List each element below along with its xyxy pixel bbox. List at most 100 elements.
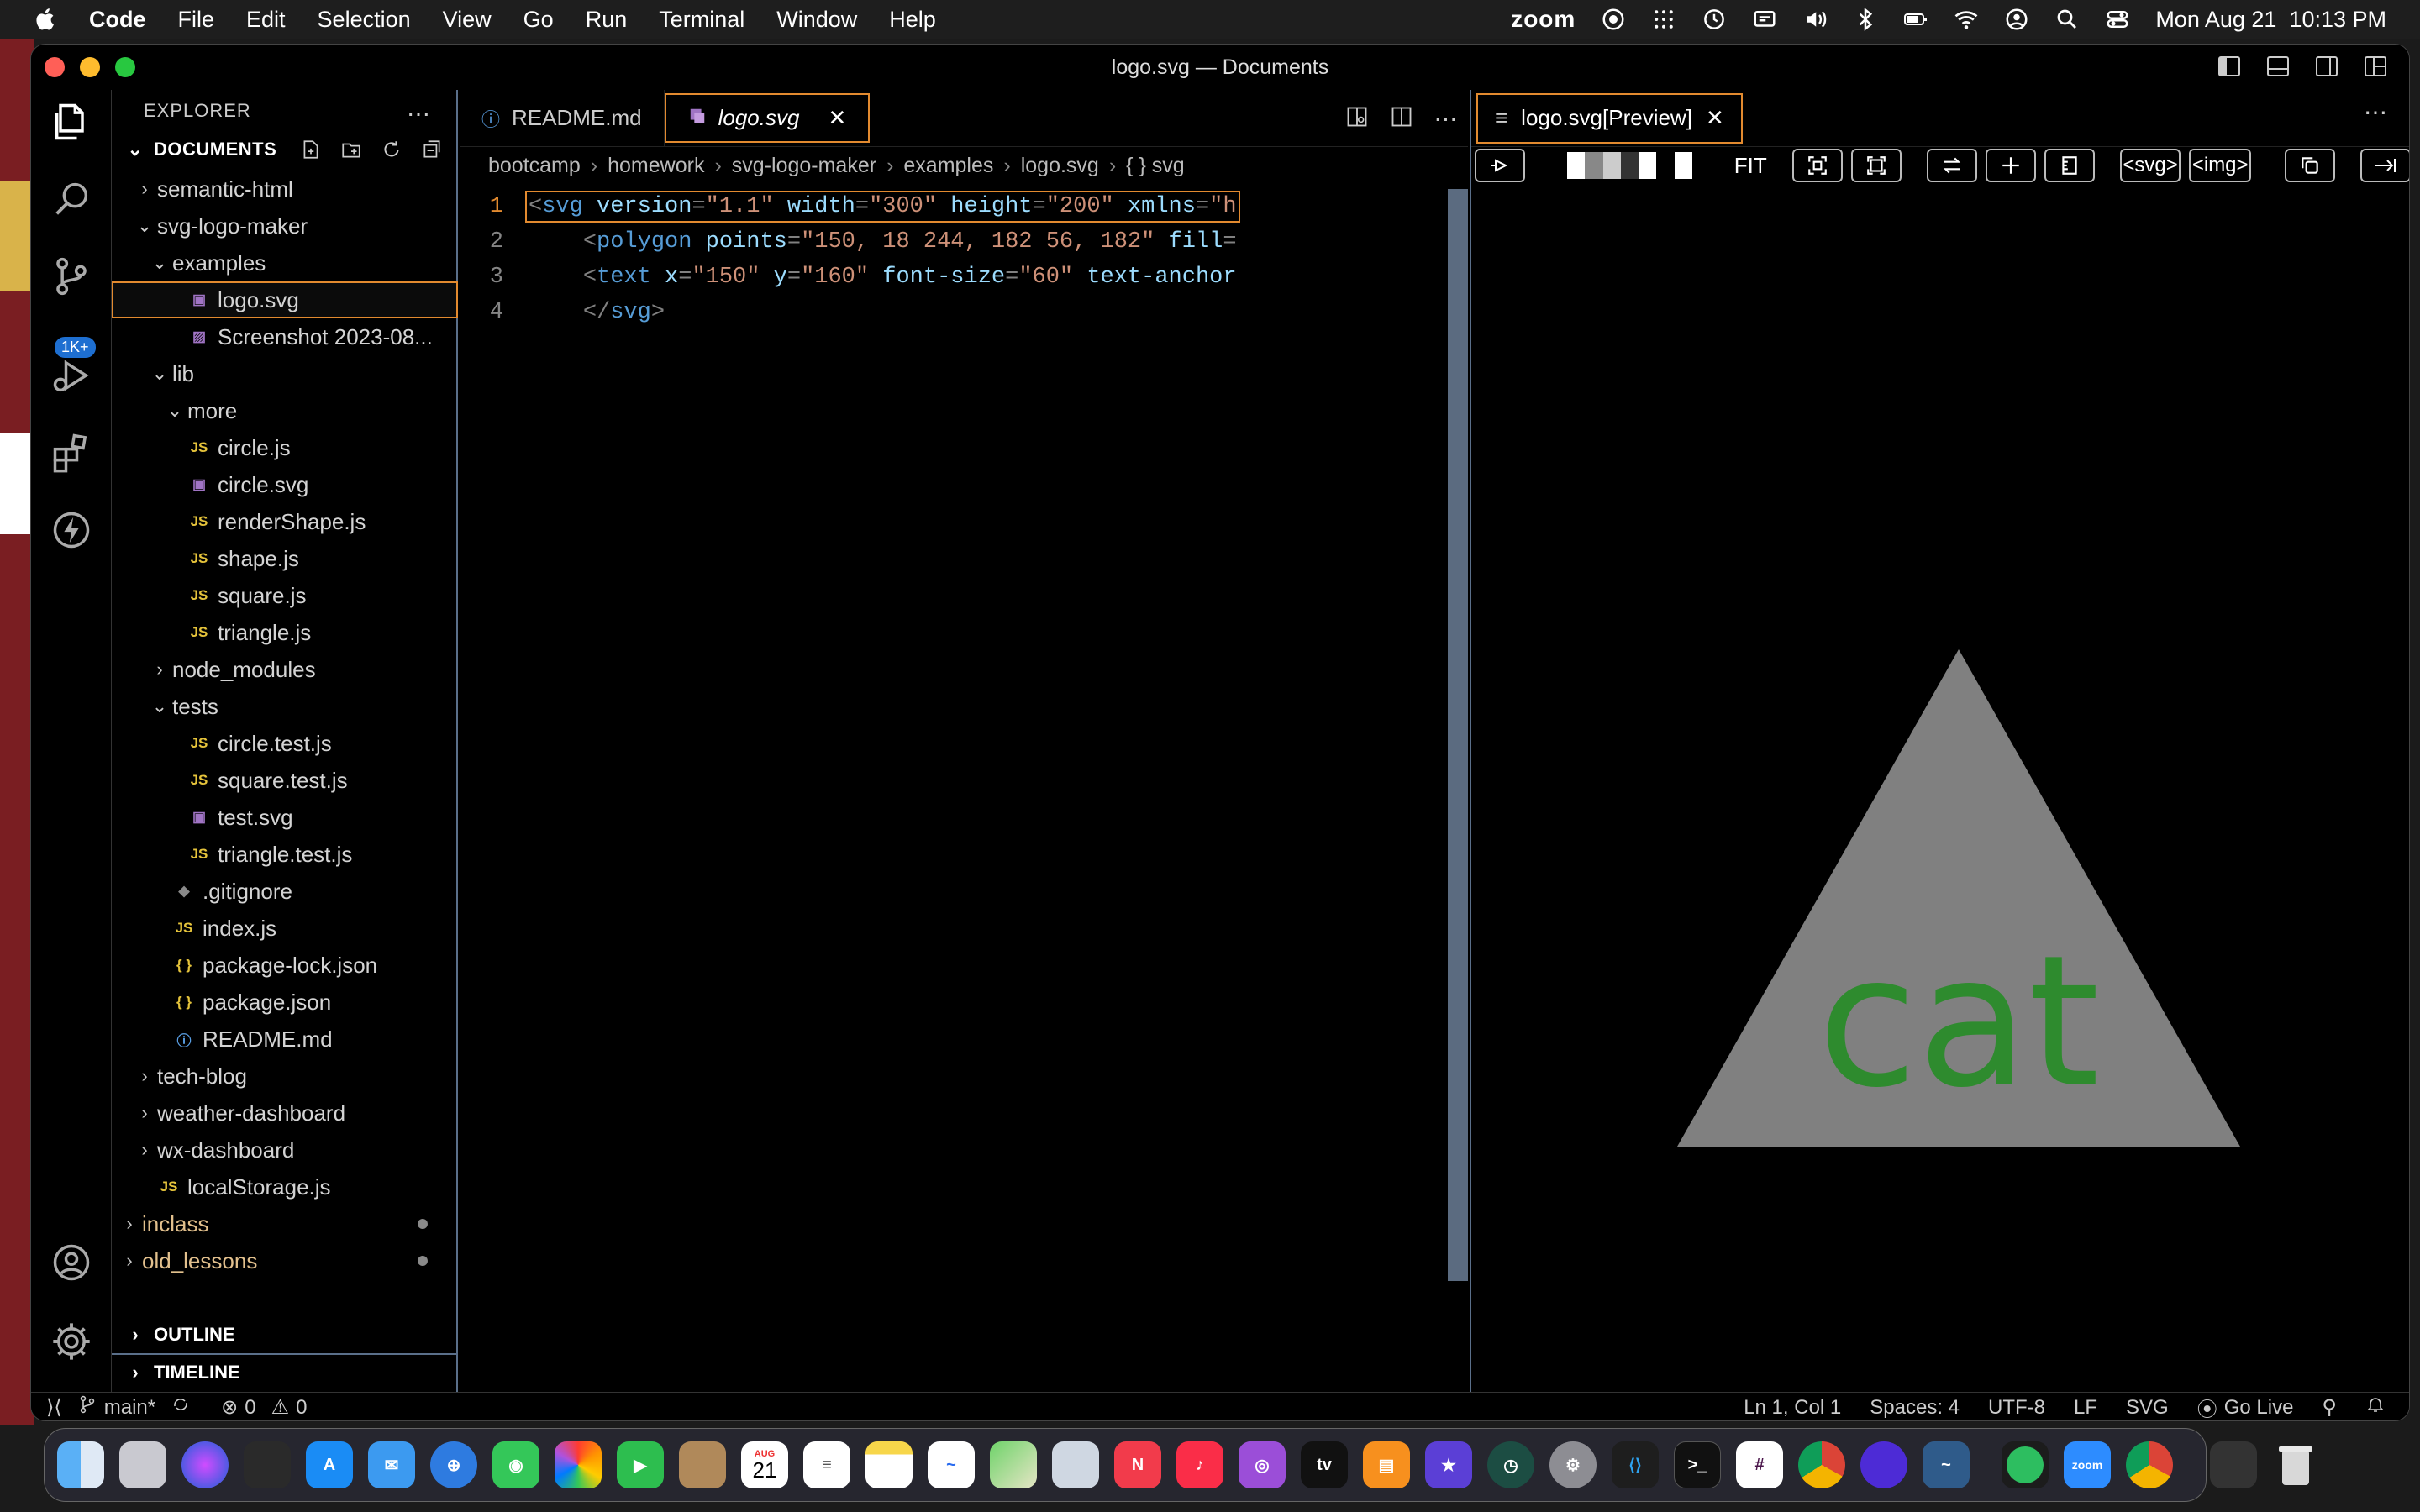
sync-icon[interactable] [171, 1394, 191, 1420]
tree-item[interactable]: › inclass [112, 1205, 458, 1242]
split-editor-icon[interactable] [1390, 105, 1413, 133]
control-center-icon[interactable] [2105, 7, 2130, 32]
tree-item[interactable]: JS circle.js [112, 429, 458, 466]
new-file-icon[interactable] [298, 137, 324, 162]
tree-item[interactable]: › tech-blog [112, 1058, 458, 1095]
code-line[interactable]: 4 </svg> [460, 295, 1451, 330]
outline-section[interactable]: › OUTLINE [112, 1316, 458, 1353]
warning-count[interactable]: 0 [296, 1396, 307, 1420]
menu-terminal[interactable]: Terminal [659, 7, 744, 33]
notifications-bell-icon[interactable] [2365, 1394, 2386, 1420]
breadcrumb-item[interactable]: svg-logo-maker [732, 154, 876, 178]
clock-label[interactable]: Mon Aug 21 10:13 PM [2155, 7, 2386, 33]
refresh-icon[interactable] [379, 137, 404, 162]
remote-icon[interactable]: ⟩⟨ [46, 1395, 62, 1420]
facetime-icon[interactable]: ▶ [617, 1441, 664, 1488]
breadcrumb-item[interactable]: logo.svg [1021, 154, 1099, 178]
accounts-icon[interactable] [46, 1237, 97, 1288]
contacts-icon[interactable] [679, 1441, 726, 1488]
fit-width-button[interactable] [1791, 149, 1843, 182]
tab-readme[interactable]: ⓘ README.md [460, 90, 665, 146]
calendar-icon[interactable]: AUG 21 [741, 1441, 788, 1488]
browser-icon[interactable] [1860, 1441, 1907, 1488]
app-store-icon[interactable]: A [306, 1441, 353, 1488]
copy-icon[interactable] [2285, 149, 2335, 182]
mail-icon[interactable]: ✉ [368, 1441, 415, 1488]
branch-name[interactable]: main* [104, 1396, 155, 1420]
tree-item[interactable]: ◆ .gitignore [112, 873, 458, 910]
slack-icon[interactable]: # [1736, 1441, 1783, 1488]
tree-item[interactable]: › node_modules [112, 651, 458, 688]
run-debug-icon[interactable] [46, 350, 97, 401]
extensions-icon[interactable] [46, 428, 97, 478]
menu-go[interactable]: Go [523, 7, 554, 33]
news-icon[interactable]: N [1114, 1441, 1161, 1488]
more-actions-icon[interactable]: ⋯ [407, 100, 431, 128]
menu-edit[interactable]: Edit [246, 7, 286, 33]
pin-button[interactable] [1475, 149, 1525, 182]
app-menu[interactable]: Code [89, 7, 146, 33]
fit-label[interactable]: FIT [1734, 153, 1767, 179]
indentation[interactable]: Spaces: 4 [1870, 1396, 1960, 1420]
svg-mode-button[interactable]: <svg> [2119, 149, 2181, 182]
tree-item[interactable]: ⌄ tests [112, 688, 458, 725]
go-live-button[interactable]: ⦿ Go Live [2197, 1393, 2294, 1421]
tree-item[interactable]: ⓘ README.md [112, 1021, 458, 1058]
tree-item[interactable]: ▣ test.svg [112, 799, 458, 836]
close-window-button[interactable] [45, 57, 65, 77]
tree-item[interactable]: ⌄ more [112, 392, 458, 429]
imovie-icon[interactable]: ★ [1425, 1441, 1472, 1488]
tree-item[interactable]: › semantic-html [112, 171, 458, 207]
code-line[interactable]: 1 <svg version="1.1" width="300" height="… [460, 189, 1451, 224]
customize-layout-icon[interactable] [2362, 53, 2389, 80]
close-tab-icon[interactable]: ✕ [828, 105, 846, 131]
menu-window[interactable]: Window [776, 7, 857, 33]
feedback-icon[interactable]: ⚲ [2322, 1395, 2337, 1420]
downloads-stack-icon[interactable] [2210, 1441, 2257, 1488]
chrome-profile-icon[interactable] [2126, 1441, 2173, 1488]
timeline-section[interactable]: › TIMELINE [112, 1353, 458, 1390]
tree-item[interactable]: JS square.test.js [112, 762, 458, 799]
battery-icon[interactable] [1903, 7, 1928, 32]
reminders-icon[interactable]: ≡ [803, 1441, 850, 1488]
safari-icon[interactable]: ⊕ [430, 1441, 477, 1488]
tree-item[interactable]: ⌄ examples [112, 244, 458, 281]
branch-icon[interactable] [77, 1394, 97, 1420]
tree-item[interactable]: JS square.js [112, 577, 458, 614]
mission-control-icon[interactable] [244, 1441, 291, 1488]
menu-file[interactable]: File [178, 7, 215, 33]
freeform-icon[interactable]: ~ [928, 1441, 975, 1488]
end-of-line[interactable]: LF [2074, 1396, 2097, 1420]
photos-icon[interactable] [555, 1441, 602, 1488]
img-mode-button[interactable]: <img> [2189, 149, 2251, 182]
breadcrumb-item[interactable]: bootcamp [488, 154, 581, 178]
notes-icon[interactable] [865, 1441, 913, 1488]
tree-item[interactable]: JS renderShape.js [112, 503, 458, 540]
apple-tv-icon[interactable]: tv [1301, 1441, 1348, 1488]
grid-dots-icon[interactable] [1651, 7, 1676, 32]
tree-item[interactable]: JS index.js [112, 910, 458, 947]
more-actions-icon[interactable]: ⋯ [2364, 98, 2387, 126]
wifi-icon[interactable] [1954, 7, 1979, 32]
mysql-workbench-icon[interactable]: ~ [1923, 1441, 1970, 1488]
close-tab-icon[interactable]: ✕ [1706, 105, 1724, 131]
warning-icon[interactable]: ⚠ [271, 1395, 290, 1420]
error-icon[interactable]: ⊗ [221, 1395, 238, 1420]
tree-item[interactable]: JS shape.js [112, 540, 458, 577]
tree-item[interactable]: ⌄ svg-logo-maker [112, 207, 458, 244]
menu-help[interactable]: Help [889, 7, 936, 33]
swap-icon[interactable] [1926, 149, 1977, 182]
tree-item[interactable]: JS circle.test.js [112, 725, 458, 762]
menu-selection[interactable]: Selection [318, 7, 411, 33]
tree-item[interactable]: JS localStorage.js [112, 1168, 458, 1205]
zoom-window-button[interactable] [115, 57, 135, 77]
zoom-status-item[interactable]: zoom [1511, 6, 1576, 33]
collapse-all-icon[interactable] [419, 137, 445, 162]
minimize-window-button[interactable] [80, 57, 100, 77]
vscode-icon[interactable]: ⟨⟩ [1612, 1441, 1659, 1488]
messages-icon[interactable]: ◉ [492, 1441, 539, 1488]
spotlight-search-icon[interactable] [2054, 7, 2080, 32]
preview-app-icon[interactable] [1052, 1441, 1099, 1488]
terminal-icon[interactable]: >_ [1674, 1441, 1721, 1488]
code-line[interactable]: 2 <polygon points="150, 18 244, 182 56, … [460, 224, 1451, 260]
